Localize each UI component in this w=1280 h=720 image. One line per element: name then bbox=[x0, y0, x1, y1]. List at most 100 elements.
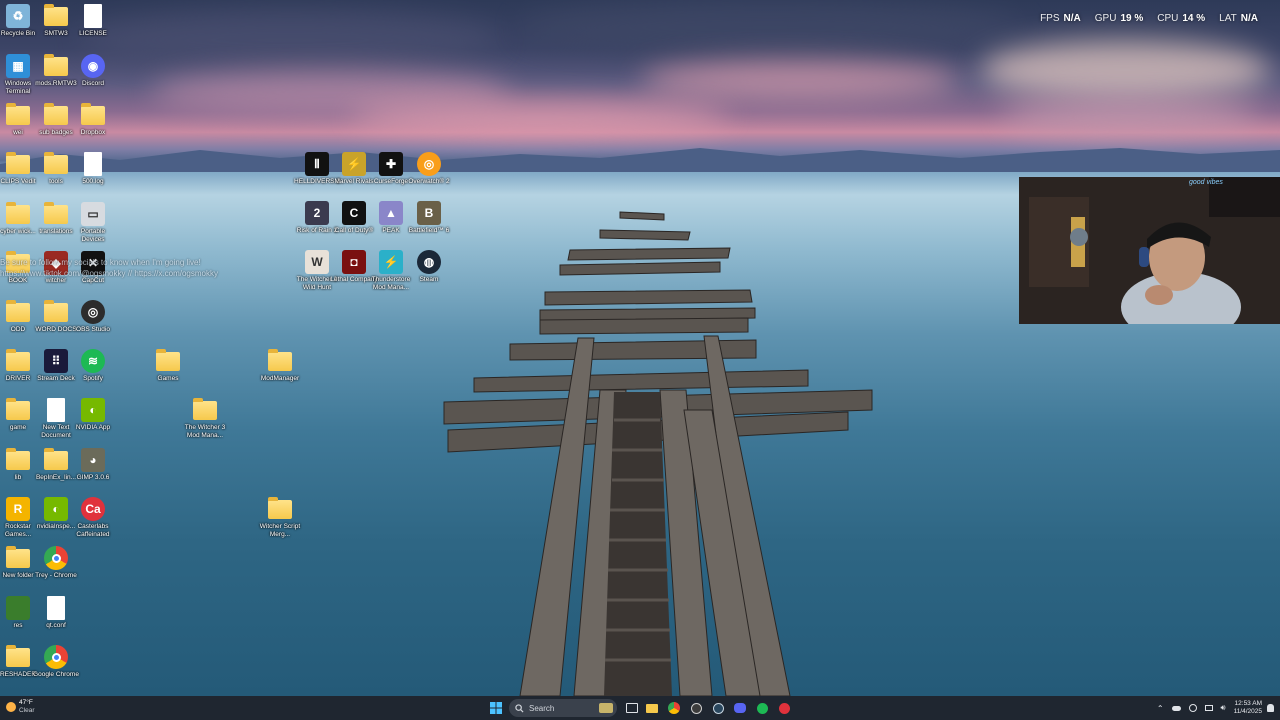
desktop-icon-label: 500.log bbox=[82, 178, 104, 185]
chat-line: https://www.tiktok.com/@ogsmokky // http… bbox=[0, 269, 218, 278]
folder-icon bbox=[44, 4, 68, 26]
folder-icon bbox=[6, 152, 30, 174]
chrome-icon bbox=[44, 546, 68, 570]
monitor-icon[interactable] bbox=[1204, 705, 1213, 711]
perf-label: LAT bbox=[1219, 13, 1237, 24]
gimp-icon: ◕ bbox=[81, 448, 105, 472]
thunderstore-icon: ⚡ bbox=[379, 250, 403, 274]
desktop-icon-label: Discord bbox=[81, 80, 105, 87]
perf-label: GPU bbox=[1094, 13, 1117, 24]
perf-label: FPS bbox=[1040, 13, 1060, 24]
discord-taskbar-button[interactable] bbox=[732, 699, 748, 717]
task-view-button[interactable] bbox=[624, 699, 640, 717]
desktop-icon-label: Games bbox=[157, 375, 179, 382]
desktop-icon-qt-conf[interactable]: qt.conf bbox=[34, 596, 78, 630]
perf-metric-lat: LAT N/A bbox=[1219, 13, 1258, 24]
battlefield-icon: B bbox=[417, 201, 441, 225]
desktop-icon-portable-devices[interactable]: ▭ Portable Devices bbox=[71, 202, 115, 244]
weather-widget[interactable]: 47°F Clear bbox=[6, 699, 35, 715]
desktop-icon-label: Trey - Chrome bbox=[35, 572, 77, 579]
chrome-icon bbox=[668, 702, 680, 714]
volume-icon[interactable]: 🔊︎ bbox=[1221, 703, 1226, 713]
desktop-icon-label: Dropbox bbox=[80, 129, 106, 136]
chrome-taskbar-button[interactable] bbox=[666, 699, 682, 717]
desktop-icon-trey-chrome[interactable]: Trey - Chrome bbox=[34, 546, 78, 580]
chat-line: Be sure to follow my socials to know whe… bbox=[0, 258, 201, 267]
recycle-bin-icon: ♻ bbox=[6, 4, 30, 28]
desktop-icon-witcher-script-merg[interactable]: Witcher Script Merg... bbox=[258, 497, 302, 539]
desktop-icon-games[interactable]: Games bbox=[146, 349, 190, 383]
discord-icon bbox=[734, 703, 746, 713]
webcam-badge: good vibes bbox=[1189, 179, 1223, 186]
folder-icon bbox=[6, 448, 30, 470]
weather-temp: 47°F bbox=[19, 699, 33, 706]
weather-desc: Clear bbox=[19, 707, 35, 714]
folder-icon bbox=[44, 103, 68, 125]
casterlabs-taskbar-button[interactable] bbox=[776, 699, 792, 717]
weather-sun-icon bbox=[6, 702, 16, 712]
folder-icon bbox=[81, 103, 105, 125]
spotify-taskbar-button[interactable] bbox=[754, 699, 770, 717]
folder-icon bbox=[44, 152, 68, 174]
desktop-icon-google-chrome[interactable]: Google Chrome bbox=[33, 645, 79, 679]
folder-icon bbox=[156, 349, 180, 371]
document-icon bbox=[84, 4, 102, 28]
desktop-icon-license[interactable]: LICENSE bbox=[71, 4, 115, 38]
taskbar-search[interactable]: Search bbox=[509, 699, 617, 717]
desktop-icon-steam[interactable]: ◍ Steam bbox=[407, 250, 451, 284]
clock[interactable]: 12:53 AM 11/4/2025 bbox=[1234, 700, 1262, 716]
call-of-duty-icon: C bbox=[342, 201, 366, 225]
desktop-icon-battlefield-6[interactable]: B Battlefield™ 6 bbox=[407, 201, 451, 235]
witcher-icon: W bbox=[305, 250, 329, 274]
clock-date: 11/4/2025 bbox=[1233, 708, 1262, 715]
stream-deck-icon: ⠿ bbox=[44, 349, 68, 373]
notification-bell-icon[interactable] bbox=[1267, 704, 1274, 712]
desktop-icon-label: OBS Studio bbox=[76, 326, 110, 333]
show-hidden-icons-button[interactable]: ⌃ bbox=[1157, 704, 1164, 713]
folder-icon bbox=[44, 202, 68, 224]
perf-metric-cpu: CPU 14 % bbox=[1157, 13, 1205, 24]
desktop-icon-discord[interactable]: ◉ Discord bbox=[71, 54, 115, 88]
folder-icon bbox=[6, 645, 30, 667]
taskbar: 47°F Clear Search ⌃ 🔊︎ 12:53 AM 11/4/202… bbox=[0, 696, 1280, 720]
desktop-icon-dropbox[interactable]: Dropbox bbox=[71, 103, 115, 137]
folder-icon bbox=[193, 398, 217, 420]
desktop-icon-label: ModManager bbox=[260, 375, 300, 382]
network-icon[interactable] bbox=[1188, 704, 1197, 712]
casterlabs-icon: Ca bbox=[81, 497, 105, 521]
desktop-icon-modmanager[interactable]: ModManager bbox=[258, 349, 302, 383]
start-button[interactable] bbox=[487, 699, 505, 717]
desktop-icon-obs-studio[interactable]: ◎ OBS Studio bbox=[71, 300, 115, 334]
desktop-icon-label: NVIDIA App bbox=[75, 424, 111, 431]
desktop-icon-label: qt.conf bbox=[46, 622, 66, 629]
folder-icon bbox=[6, 596, 30, 620]
desktop-icon-gimp-3-0-6[interactable]: ◕ GIMP 3.0.6 bbox=[71, 448, 115, 482]
folder-icon bbox=[268, 497, 292, 519]
onedrive-icon[interactable] bbox=[1171, 705, 1181, 711]
clock-time: 12:53 AM bbox=[1234, 700, 1262, 707]
nvidia-icon: ◐ bbox=[44, 497, 68, 521]
folder-icon bbox=[6, 202, 30, 224]
windows-icon: ▦ bbox=[6, 54, 30, 78]
folder-icon bbox=[6, 349, 30, 371]
casterlabs-icon bbox=[778, 702, 790, 714]
perf-value: N/A bbox=[1240, 13, 1258, 24]
desktop-icon-nvidia-app[interactable]: ◐ NVIDIA App bbox=[71, 398, 115, 432]
performance-overlay: FPS N/A GPU 19 % CPU 14 % LAT N/A bbox=[1040, 13, 1258, 24]
perf-metric-gpu: GPU 19 % bbox=[1095, 13, 1143, 24]
desktop-icon-casterlabs-caffeinated[interactable]: Ca Casterlabs Caffeinated bbox=[71, 497, 115, 539]
desktop-icon-500-log[interactable]: 500.log bbox=[71, 152, 115, 186]
spotify-icon: ≋ bbox=[81, 349, 105, 373]
file-explorer-button[interactable] bbox=[644, 699, 660, 717]
search-placeholder: Search bbox=[529, 703, 555, 713]
desktop-icon-spotify[interactable]: ≋ Spotify bbox=[71, 349, 115, 383]
obs-taskbar-button[interactable] bbox=[688, 699, 704, 717]
search-icon bbox=[515, 703, 524, 713]
steam-taskbar-button[interactable] bbox=[710, 699, 726, 717]
folder-icon bbox=[44, 300, 68, 322]
curseforge-icon: ✚ bbox=[379, 152, 403, 176]
desktop-icon-label: Witcher Script Merg... bbox=[259, 523, 301, 538]
desktop-icon-the-witcher-3-mod-mana[interactable]: The Witcher 3 Mod Mana... bbox=[183, 398, 227, 440]
desktop-icon-overwatch-2[interactable]: ◎ Overwatch® 2 bbox=[407, 152, 451, 186]
desktop[interactable]: FPS N/A GPU 19 % CPU 14 % LAT N/A ♻ Recycle Bin S… bbox=[0, 0, 1280, 696]
